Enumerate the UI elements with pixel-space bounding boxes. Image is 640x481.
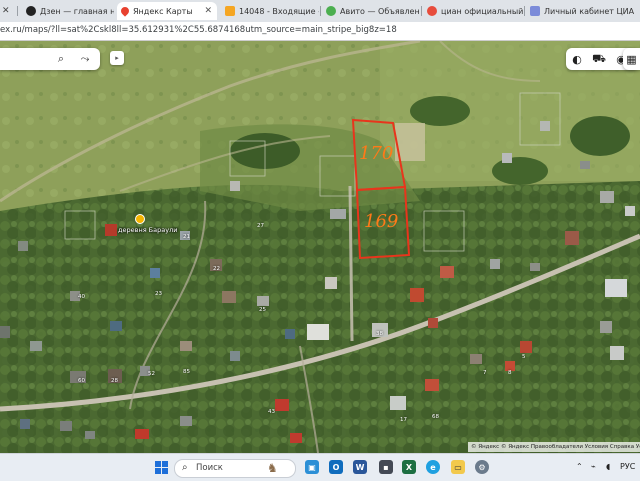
house-number: 5 xyxy=(522,354,526,360)
search-icon: ⌕ xyxy=(182,462,188,473)
satellite-imagery[interactable] xyxy=(0,41,640,453)
satellite-map[interactable]: 170 169 деревня Бараули 21 22 23 25 27 4… xyxy=(0,41,640,453)
cian-lk-icon xyxy=(530,6,540,16)
app-icon[interactable]: ▪ xyxy=(379,460,393,474)
windows-start-icon[interactable] xyxy=(154,460,168,474)
tab-title: циан официальный с xyxy=(441,6,523,16)
edge-icon[interactable]: e xyxy=(426,460,440,474)
house-number: 7 xyxy=(483,370,487,376)
house-number: 40 xyxy=(78,294,85,300)
house-number: 21 xyxy=(183,234,190,240)
house-number: 52 xyxy=(148,371,155,377)
tab-yandex-maps[interactable]: Яндекс Карты ✕ xyxy=(117,2,217,20)
excel-icon[interactable]: X xyxy=(402,460,416,474)
collapse-panel-button[interactable]: ▸ xyxy=(110,51,124,65)
traffic-icon[interactable]: ⛟ xyxy=(588,48,610,70)
explorer-icon[interactable]: ▭ xyxy=(451,460,465,474)
route-icon[interactable]: ⤳ xyxy=(78,52,92,66)
layers-icon[interactable]: ◐ xyxy=(566,48,588,70)
house-number: 60 xyxy=(78,378,85,384)
tab-partial[interactable]: ✕ xyxy=(0,2,10,20)
map-search-box[interactable]: ⌕ ⤳ xyxy=(0,48,100,70)
mail-icon xyxy=(225,6,235,16)
tab-separator xyxy=(320,6,321,16)
tab-cian-lk[interactable]: Личный кабинет ЦИА xyxy=(526,2,640,20)
house-number: 23 xyxy=(155,291,162,297)
house-number: 43 xyxy=(268,409,275,415)
tab-separator xyxy=(524,6,525,16)
zen-icon xyxy=(26,6,36,16)
house-number: 38 xyxy=(376,331,383,337)
village-label[interactable]: деревня Бараули xyxy=(118,226,177,234)
tab-avito[interactable]: Авито — Объявлени ✕ xyxy=(322,2,420,20)
search-icon[interactable]: ⌕ xyxy=(54,52,68,66)
windows-taskbar: ⌕ Поиск ♞ ▣ O W ▪ X e ▭ ⚙ ⌃ ⌁ ◖ РУС xyxy=(0,453,640,481)
house-number: 68 xyxy=(432,414,439,420)
cian-icon xyxy=(427,6,437,16)
url-text[interactable]: ex.ru/maps/?ll=sat%2Cskl8ll=35.612931%2C… xyxy=(0,25,397,35)
tab-title: Авито — Объявлени xyxy=(340,6,420,16)
house-number: 17 xyxy=(400,417,407,423)
map-menu: ▦ xyxy=(623,48,640,70)
word-icon[interactable]: W xyxy=(353,460,367,474)
network-icon[interactable]: ⌁ xyxy=(591,462,596,471)
horse-search-highlight-icon: ♞ xyxy=(267,461,278,475)
plot-label-170: 170 xyxy=(359,143,394,164)
house-number: 22 xyxy=(213,266,220,272)
taskbar-search-text: Поиск xyxy=(196,463,223,473)
tab-separator xyxy=(421,6,422,16)
browser-tab-strip: ✕ Дзен — главная нов ✕ Яндекс Карты ✕ 14… xyxy=(0,0,640,22)
tab-title: 14048 - Входящие — xyxy=(239,6,319,16)
task-view-icon[interactable]: ▣ xyxy=(305,460,319,474)
house-number: 8 xyxy=(508,370,512,376)
taskbar-search[interactable]: ⌕ Поиск ♞ xyxy=(174,459,296,478)
tab-mail[interactable]: 14048 - Входящие — ✕ xyxy=(221,2,319,20)
tab-title: Дзен — главная нов xyxy=(40,6,114,16)
house-number: 28 xyxy=(111,378,118,384)
village-pin-icon[interactable] xyxy=(135,214,145,224)
house-number: 25 xyxy=(259,307,266,313)
yandex-maps-icon xyxy=(119,5,131,17)
tab-separator xyxy=(17,6,18,16)
tab-title: Яндекс Карты xyxy=(133,6,193,16)
address-bar[interactable]: ex.ru/maps/?ll=sat%2Cskl8ll=35.612931%2C… xyxy=(0,22,640,41)
copyright-bar[interactable]: © Яндекс © Яндекс Правообладатели Услови… xyxy=(468,442,640,452)
close-icon[interactable]: ✕ xyxy=(199,6,217,16)
tab-cian[interactable]: циан официальный с ✕ xyxy=(423,2,523,20)
input-language[interactable]: РУС xyxy=(620,462,635,471)
settings-icon[interactable]: ⚙ xyxy=(475,460,489,474)
sound-icon[interactable]: ◖ xyxy=(606,462,610,471)
outlook-icon[interactable]: O xyxy=(329,460,343,474)
tab-title: Личный кабинет ЦИА xyxy=(544,6,635,16)
close-icon[interactable]: ✕ xyxy=(2,6,10,16)
menu-icon[interactable]: ▦ xyxy=(623,48,640,70)
avito-icon xyxy=(326,6,336,16)
plot-label-169: 169 xyxy=(364,211,399,232)
tab-zen[interactable]: Дзен — главная нов ✕ xyxy=(22,2,114,20)
house-number: 85 xyxy=(183,369,190,375)
house-number: 27 xyxy=(257,223,264,229)
chevron-up-icon[interactable]: ⌃ xyxy=(576,462,583,471)
